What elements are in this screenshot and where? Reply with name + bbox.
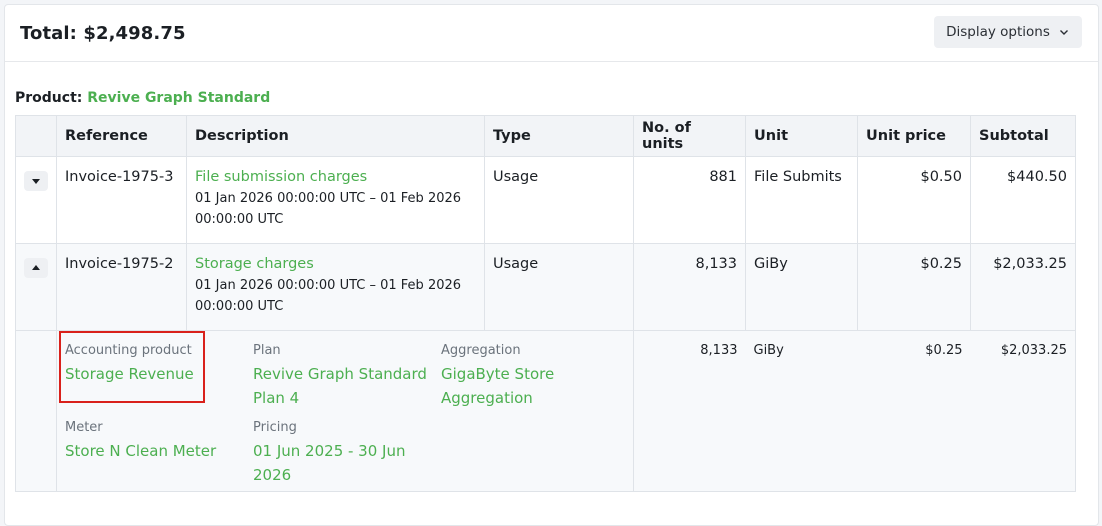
row-unit: GiBy [754, 256, 788, 272]
pricing-field: Pricing 01 Jun 2025 - 30 Jun 2026 [253, 420, 428, 487]
total-amount: Total: $2,498.75 [20, 23, 186, 44]
row-dates: 01 Jan 2026 00:00:00 UTC – 01 Feb 2026 0… [195, 191, 462, 227]
pricing-link[interactable]: 01 Jun 2025 - 30 Jun 2026 [253, 439, 428, 487]
aggregation-field: Aggregation GigaByte Store Aggregation [441, 343, 591, 410]
col-type: Type [484, 115, 634, 157]
detail-unit: GiBy [753, 343, 784, 358]
col-reference: Reference [56, 115, 187, 157]
col-subtotal: Subtotal [970, 115, 1076, 157]
table-header-row: Reference Description Type No. of units … [15, 115, 1076, 157]
col-units: No. of units [633, 115, 746, 157]
chevron-down-icon [1059, 30, 1068, 35]
table-row: Invoice-1975-2 Storage charges 01 Jan 20… [15, 243, 1076, 331]
meter-label: Meter [65, 420, 103, 435]
meter-field: Meter Store N Clean Meter [65, 420, 216, 463]
row-unit-price: $0.50 [920, 169, 962, 185]
plan-label: Plan [253, 343, 281, 358]
caret-up-icon [32, 265, 40, 270]
row-description-link[interactable]: Storage charges [195, 244, 476, 272]
line-items-table: Reference Description Type No. of units … [15, 115, 1076, 492]
plan-link[interactable]: Revive Graph Standard Plan 4 [253, 362, 433, 410]
product-label: Product: [15, 90, 83, 106]
row-unit: File Submits [754, 169, 842, 185]
row-type: Usage [493, 169, 539, 185]
collapse-row-button[interactable] [24, 258, 48, 278]
col-unit-price: Unit price [857, 115, 971, 157]
row-type: Usage [493, 256, 539, 272]
highlight-box [59, 331, 205, 403]
row-toggle-cell [15, 243, 57, 331]
product-line: Product: Revive Graph Standard [15, 90, 270, 106]
col-unit: Unit [745, 115, 858, 157]
meter-link[interactable]: Store N Clean Meter [65, 439, 216, 463]
row-reference: Invoice-1975-2 [65, 256, 174, 272]
row-description-link[interactable]: File submission charges [195, 157, 476, 185]
expand-row-button[interactable] [24, 171, 48, 191]
col-description: Description [186, 115, 485, 157]
product-name-link[interactable]: Revive Graph Standard [87, 90, 270, 106]
caret-down-icon [32, 179, 40, 184]
row-subtotal: $440.50 [1007, 169, 1067, 185]
toggle-column-header [15, 115, 57, 157]
card-header: Total: $2,498.75 Display options [5, 5, 1098, 62]
detail-unit-price: $0.25 [925, 343, 963, 358]
detail-units: 8,133 [700, 343, 738, 358]
table-row: Invoice-1975-3 File submission charges 0… [15, 156, 1076, 244]
aggregation-link[interactable]: GigaByte Store Aggregation [441, 362, 591, 410]
plan-field: Plan Revive Graph Standard Plan 4 [253, 343, 433, 410]
row-units: 8,133 [695, 256, 737, 272]
detail-subtotal: $2,033.25 [1000, 343, 1067, 358]
detail-spacer [15, 330, 57, 492]
pricing-label: Pricing [253, 420, 297, 435]
row-dates: 01 Jan 2026 00:00:00 UTC – 01 Feb 2026 0… [195, 278, 462, 314]
aggregation-label: Aggregation [441, 343, 521, 358]
row-unit-price: $0.25 [920, 256, 962, 272]
row-reference: Invoice-1975-3 [65, 169, 174, 185]
row-subtotal: $2,033.25 [993, 256, 1067, 272]
display-options-button[interactable]: Display options [934, 16, 1082, 48]
display-options-label: Display options [946, 24, 1050, 40]
row-units: 881 [709, 169, 737, 185]
row-toggle-cell [15, 156, 57, 244]
